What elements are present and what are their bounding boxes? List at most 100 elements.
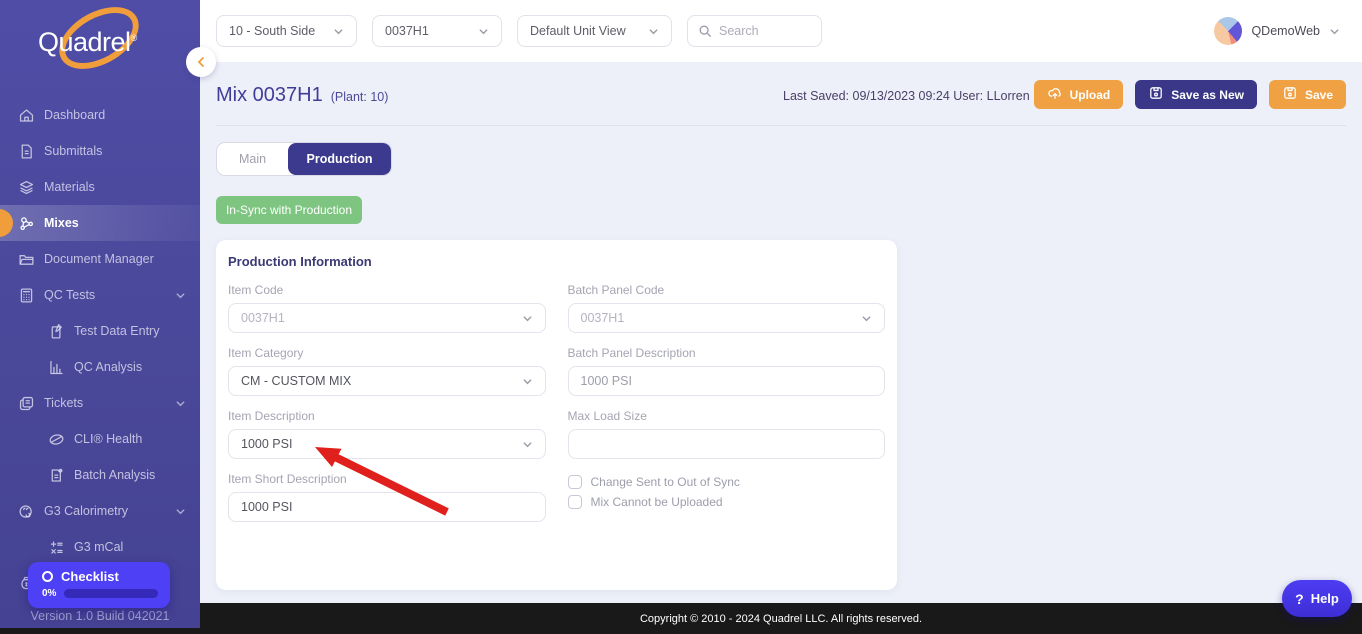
chevron-left-icon [197, 57, 204, 67]
field-label: Batch Panel Description [567, 346, 696, 360]
sidebar-item-label: G3 mCal [74, 540, 124, 554]
save-icon [1282, 85, 1298, 104]
button-label: Upload [1069, 87, 1111, 102]
chevron-down-icon [175, 506, 186, 517]
field-batch-panel-code: Batch Panel Code 0037H1 [567, 283, 885, 346]
avatar [1214, 17, 1243, 45]
checklist-percent: 0% [42, 588, 57, 599]
checkbox-row: Change Sent to Out of Sync [567, 472, 886, 491]
field-label: Max Load Size [567, 409, 647, 423]
chevron-down-icon [861, 313, 872, 324]
search-box [687, 15, 822, 47]
sidebar-item-label: Document Manager [44, 252, 154, 266]
sidebar-item-g3-mcal[interactable]: G3 mCal [0, 529, 200, 565]
save-button[interactable]: Save [1268, 80, 1346, 109]
sidebar-item-label: Submittals [44, 144, 103, 158]
select-value: 10 - South Side [229, 24, 316, 38]
sidebar-item-tickets[interactable]: Tickets [0, 385, 200, 421]
bar-chart-icon [48, 359, 65, 376]
sidebar-item-label: G3 Calorimetry [44, 504, 129, 518]
folder-icon [18, 251, 35, 268]
checkbox-label: Change Sent to Out of Sync [590, 474, 740, 489]
header-buttons: Upload Save as New Save [1033, 80, 1346, 109]
sidebar-item-qc-tests[interactable]: QC Tests [0, 277, 200, 313]
sidebar-item-label: Mixes [44, 216, 79, 230]
field-value: 0037H1 [241, 311, 285, 325]
field-item-short-description: Item Short Description [228, 472, 546, 535]
item-short-description-input[interactable] [228, 492, 546, 522]
logo-text: Quadrel® [38, 27, 138, 57]
sidebar-item-g3-calorimetry[interactable]: G3 Calorimetry [0, 493, 200, 529]
select-value: 0037H1 [385, 24, 429, 38]
calculator-icon [18, 287, 35, 304]
max-load-size-input[interactable] [567, 429, 885, 459]
item-code-select[interactable]: 0037H1 [228, 303, 546, 333]
page-title: Mix 0037H1 [216, 84, 323, 106]
upload-button[interactable]: Upload [1033, 80, 1124, 109]
tickets-icon [18, 395, 35, 412]
field-label: Item Description [228, 409, 315, 423]
chevron-down-icon [1329, 26, 1340, 37]
item-category-select[interactable]: CM - CUSTOM MIX [228, 366, 546, 396]
sidebar-item-mixes[interactable]: Mixes [0, 205, 200, 241]
checkbox-change-sent-to-out-of-sync[interactable] [567, 474, 582, 489]
sidebar-item-test-data-entry[interactable]: Test Data Entry [0, 313, 200, 349]
tab-main[interactable]: Main [217, 143, 288, 175]
sidebar-item-submittals[interactable]: Submittals [0, 133, 200, 169]
sidebar-item-materials[interactable]: Materials [0, 169, 200, 205]
last-saved-text: Last Saved: 09/13/2023 09:24 User: LLorr… [783, 89, 1030, 103]
field-batch-panel-description: Batch Panel Description [567, 346, 885, 409]
field-value: 1000 PSI [241, 437, 293, 451]
chevron-down-icon [522, 376, 533, 387]
header-divider [216, 125, 1346, 126]
sidebar-item-qc-analysis[interactable]: QC Analysis [0, 349, 200, 385]
help-button[interactable]: ? Help [1282, 580, 1352, 617]
checkbox-group: Change Sent to Out of Sync Mix Cannot be … [567, 472, 886, 535]
field-max-load-size: Max Load Size [567, 409, 885, 472]
button-label: Save [1304, 87, 1333, 102]
sidebar-item-document-manager[interactable]: Document Manager [0, 241, 200, 277]
checklist-progress-bar [64, 589, 158, 598]
chevron-down-icon [522, 439, 533, 450]
sidebar-item-dashboard[interactable]: Dashboard [0, 97, 200, 133]
page-title-row: Mix 0037H1 (Plant: 10) [216, 84, 388, 107]
page-subtitle: (Plant: 10) [330, 90, 389, 104]
save-as-new-button[interactable]: Save as New [1135, 80, 1257, 109]
plant-select[interactable]: 10 - South Side [216, 15, 357, 47]
field-label: Item Code [228, 283, 284, 297]
search-icon [699, 25, 711, 37]
checklist-widget[interactable]: Checklist 0% [28, 562, 170, 608]
production-information-card: Production Information Item Code 0037H1 Ba… [216, 240, 897, 590]
checklist-label: Checklist [61, 569, 119, 584]
batch-panel-code-select[interactable]: 0037H1 [567, 303, 885, 333]
field-item-code: Item Code 0037H1 [228, 283, 546, 346]
field-label: Batch Panel Code [567, 283, 665, 297]
sidebar-collapse-button[interactable] [186, 47, 216, 77]
tab-production[interactable]: Production [288, 143, 391, 175]
calorimeter-icon [18, 503, 35, 520]
item-description-select[interactable]: 1000 PSI [228, 429, 546, 459]
field-item-category: Item Category CM - CUSTOM MIX [228, 346, 546, 409]
mix-select[interactable]: 0037H1 [372, 15, 502, 47]
sync-status-badge: In-Sync with Production [216, 196, 362, 224]
registered-mark: ® [130, 33, 138, 43]
sidebar-item-label: Dashboard [44, 108, 106, 122]
math-icon [48, 539, 65, 556]
batch-panel-description-input[interactable] [567, 366, 885, 396]
sidebar-menu: Dashboard Submittals Materials Mixes Documen… [0, 97, 200, 601]
checkbox-row: Mix Cannot be Uploaded [567, 492, 886, 511]
field-value: 0037H1 [580, 311, 625, 325]
user-menu[interactable]: QDemoWeb [1214, 17, 1340, 45]
sidebar-item-cli-health[interactable]: CLI® Health [0, 421, 200, 457]
brand-logo: Quadrel® [0, 0, 200, 97]
sidebar: Quadrel® Dashboard Submittals Materials Mix… [0, 0, 200, 628]
unit-view-select[interactable]: Default Unit View [517, 15, 672, 47]
checkbox-mix-cannot-be-uploaded[interactable] [567, 494, 582, 509]
active-indicator [0, 209, 13, 237]
user-name: QDemoWeb [1251, 24, 1320, 38]
button-label: Save as New [1171, 87, 1244, 102]
sidebar-item-batch-analysis[interactable]: Batch Analysis [0, 457, 200, 493]
chevron-down-icon [478, 26, 489, 37]
search-input[interactable] [719, 24, 811, 38]
sidebar-item-label: QC Analysis [74, 360, 143, 374]
